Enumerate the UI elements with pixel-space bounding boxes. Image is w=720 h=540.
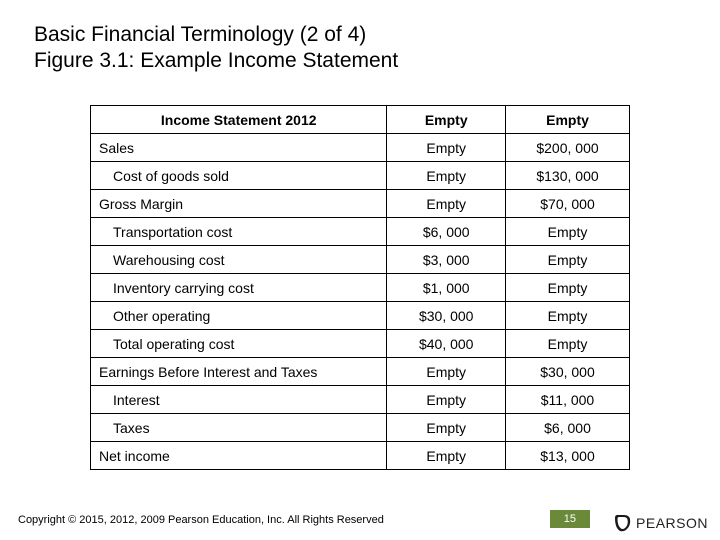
row-label: Warehousing cost <box>91 246 387 274</box>
col-header-3: Empty <box>506 106 630 134</box>
table-row: Other operating$30, 000Empty <box>91 302 630 330</box>
table-row: Net incomeEmpty$13, 000 <box>91 442 630 470</box>
table: Income Statement 2012 Empty Empty SalesE… <box>90 105 630 470</box>
title-line-2: Figure 3.1: Example Income Statement <box>34 48 686 74</box>
row-col3: $6, 000 <box>506 414 630 442</box>
table-row: SalesEmpty$200, 000 <box>91 134 630 162</box>
table-row: Inventory carrying cost$1, 000Empty <box>91 274 630 302</box>
row-label: Inventory carrying cost <box>91 274 387 302</box>
table-row: Transportation cost$6, 000Empty <box>91 218 630 246</box>
row-label: Taxes <box>91 414 387 442</box>
row-col2: $30, 000 <box>387 302 506 330</box>
row-label: Gross Margin <box>91 190 387 218</box>
col-header-2: Empty <box>387 106 506 134</box>
table-header-row: Income Statement 2012 Empty Empty <box>91 106 630 134</box>
row-col2: Empty <box>387 414 506 442</box>
row-col3: Empty <box>506 246 630 274</box>
row-col3: $11, 000 <box>506 386 630 414</box>
row-col2: Empty <box>387 442 506 470</box>
slide-title: Basic Financial Terminology (2 of 4) Fig… <box>34 22 686 75</box>
row-col2: Empty <box>387 358 506 386</box>
col-header-1: Income Statement 2012 <box>91 106 387 134</box>
table-row: TaxesEmpty$6, 000 <box>91 414 630 442</box>
slide: Basic Financial Terminology (2 of 4) Fig… <box>0 0 720 540</box>
row-col3: Empty <box>506 218 630 246</box>
row-col2: Empty <box>387 134 506 162</box>
row-label: Transportation cost <box>91 218 387 246</box>
row-col2: $40, 000 <box>387 330 506 358</box>
pearson-logo-icon <box>614 514 632 532</box>
page-number-badge: 15 <box>550 510 590 528</box>
row-label: Other operating <box>91 302 387 330</box>
table-row: InterestEmpty$11, 000 <box>91 386 630 414</box>
income-statement-table: Income Statement 2012 Empty Empty SalesE… <box>90 105 630 470</box>
row-col3: $13, 000 <box>506 442 630 470</box>
table-row: Warehousing cost$3, 000Empty <box>91 246 630 274</box>
row-label: Interest <box>91 386 387 414</box>
pearson-logo: PEARSON <box>614 514 708 532</box>
row-col3: $70, 000 <box>506 190 630 218</box>
row-col2: Empty <box>387 386 506 414</box>
copyright-footer: Copyright © 2015, 2012, 2009 Pearson Edu… <box>18 514 384 526</box>
row-col3: Empty <box>506 302 630 330</box>
row-col3: $130, 000 <box>506 162 630 190</box>
row-label: Cost of goods sold <box>91 162 387 190</box>
row-label: Total operating cost <box>91 330 387 358</box>
table-row: Total operating cost$40, 000Empty <box>91 330 630 358</box>
row-col2: $6, 000 <box>387 218 506 246</box>
row-col3: $30, 000 <box>506 358 630 386</box>
table-row: Gross MarginEmpty$70, 000 <box>91 190 630 218</box>
row-col2: $3, 000 <box>387 246 506 274</box>
row-col2: Empty <box>387 190 506 218</box>
table-row: Cost of goods soldEmpty$130, 000 <box>91 162 630 190</box>
row-label: Sales <box>91 134 387 162</box>
row-col3: Empty <box>506 274 630 302</box>
title-line-1: Basic Financial Terminology (2 of 4) <box>34 22 686 48</box>
row-col3: $200, 000 <box>506 134 630 162</box>
row-label: Earnings Before Interest and Taxes <box>91 358 387 386</box>
row-col2: $1, 000 <box>387 274 506 302</box>
row-col2: Empty <box>387 162 506 190</box>
row-label: Net income <box>91 442 387 470</box>
table-row: Earnings Before Interest and TaxesEmpty$… <box>91 358 630 386</box>
pearson-logo-text: PEARSON <box>636 515 708 531</box>
row-col3: Empty <box>506 330 630 358</box>
